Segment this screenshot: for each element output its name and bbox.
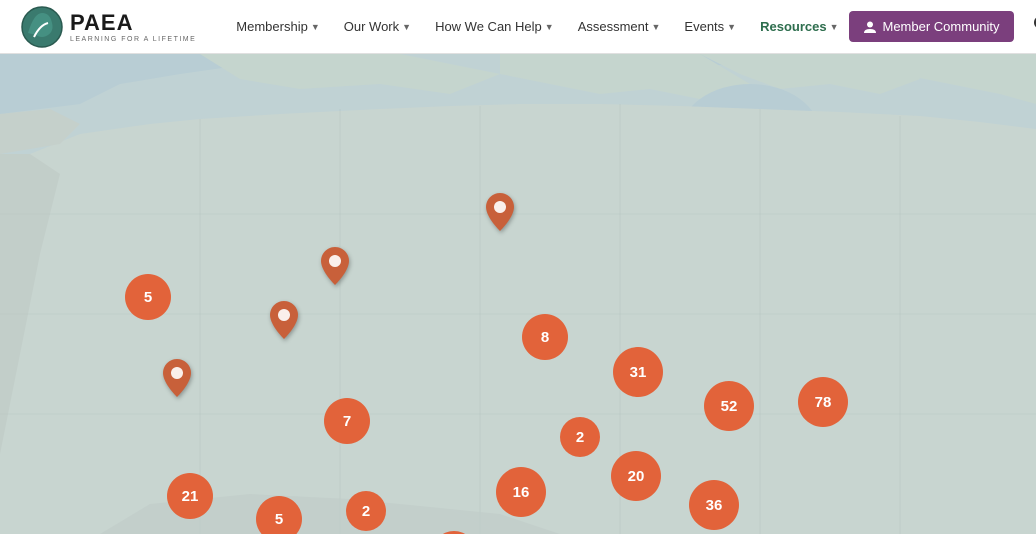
user-icon (863, 20, 877, 34)
chevron-down-icon: ▼ (402, 22, 411, 32)
search-button[interactable] (1024, 10, 1036, 43)
nav-our-work[interactable]: Our Work ▼ (334, 13, 421, 40)
chevron-down-icon: ▼ (830, 22, 839, 32)
nav-events[interactable]: Events ▼ (674, 13, 746, 40)
map-circle-marker[interactable]: 5 (125, 274, 171, 320)
logo-name: PAEA (70, 10, 196, 36)
map-circle-marker[interactable]: 52 (704, 381, 754, 431)
map-pin-marker[interactable] (163, 359, 191, 402)
search-icon (1032, 14, 1036, 34)
header-right: Member Community (849, 10, 1036, 43)
logo-subtitle: LEARNING FOR A LIFETIME (70, 36, 196, 43)
member-community-button[interactable]: Member Community (849, 11, 1014, 42)
logo-icon (20, 5, 64, 49)
map-circle-marker[interactable]: 7 (324, 398, 370, 444)
map-circle-marker[interactable]: 20 (611, 451, 661, 501)
logo-text: PAEA LEARNING FOR A LIFETIME (70, 10, 196, 43)
map-pin-marker[interactable] (270, 301, 298, 344)
nav-assessment[interactable]: Assessment ▼ (568, 13, 671, 40)
chevron-down-icon: ▼ (652, 22, 661, 32)
map-circle-marker[interactable]: 2 (346, 491, 386, 531)
map-circle-marker[interactable]: 36 (689, 480, 739, 530)
header: PAEA LEARNING FOR A LIFETIME Membership … (0, 0, 1036, 54)
nav-resources[interactable]: Resources ▼ (750, 13, 848, 40)
chevron-down-icon: ▼ (311, 22, 320, 32)
chevron-down-icon: ▼ (545, 22, 554, 32)
chevron-down-icon: ▼ (727, 22, 736, 32)
map-circle-marker[interactable]: 5 (256, 496, 302, 534)
map-circle-marker[interactable]: 78 (798, 377, 848, 427)
map-circle-marker[interactable]: 16 (496, 467, 546, 517)
nav-how-we-can-help[interactable]: How We Can Help ▼ (425, 13, 564, 40)
map-pin-marker[interactable] (486, 193, 514, 236)
map-circle-marker[interactable]: 2 (560, 417, 600, 457)
main-nav: Membership ▼ Our Work ▼ How We Can Help … (226, 13, 848, 40)
map-circle-marker[interactable]: 31 (613, 347, 663, 397)
map-pin-marker[interactable] (321, 247, 349, 290)
nav-membership[interactable]: Membership ▼ (226, 13, 329, 40)
map-container[interactable]: 5783152782215216203636 (0, 54, 1036, 534)
map-circle-marker[interactable]: 8 (522, 314, 568, 360)
map-circle-marker[interactable]: 21 (167, 473, 213, 519)
logo[interactable]: PAEA LEARNING FOR A LIFETIME (20, 5, 196, 49)
